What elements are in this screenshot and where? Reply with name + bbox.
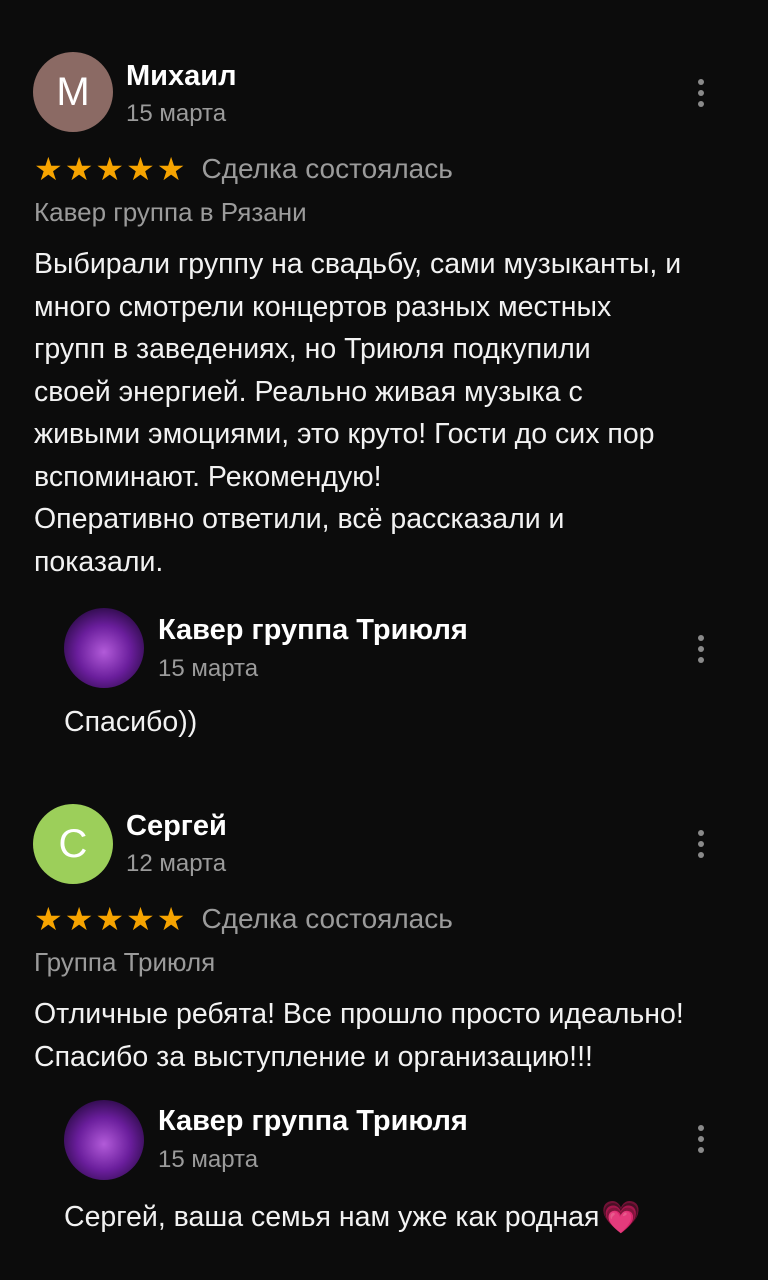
star-icon: ★ (126, 151, 155, 187)
review-author[interactable]: Сергей (126, 810, 227, 843)
more-vertical-icon[interactable] (686, 1119, 716, 1159)
more-vertical-icon[interactable] (686, 824, 716, 864)
star-icon: ★ (34, 151, 63, 187)
deal-status: Сделка состоялась (201, 903, 453, 934)
business-avatar[interactable] (64, 608, 144, 688)
star-icon: ★ (95, 151, 125, 187)
heart-emoji-icon: 💗 (601, 1199, 642, 1235)
reply-text: Сергей, ваша семья нам уже как родная 💗 (64, 1198, 641, 1236)
star-icon: ★ (64, 151, 94, 187)
star-icon: ★ (34, 901, 63, 937)
avatar[interactable]: М (33, 52, 113, 132)
star-icon: ★ (126, 901, 155, 937)
rating-row: ★ ★ ★ ★ ★ Сделка состоялась (34, 149, 453, 189)
reply-author[interactable]: Кавер группа Триюля (158, 614, 468, 647)
star-icon: ★ (156, 151, 186, 187)
reply-date: 15 марта (158, 1146, 259, 1173)
reply-text-content: Спасибо)) (64, 706, 198, 738)
service-link[interactable]: Кавер группа в Рязани (34, 197, 307, 228)
business-avatar[interactable] (64, 1100, 144, 1180)
reply-date: 15 марта (158, 655, 259, 682)
avatar-letter: М (56, 69, 90, 114)
service-link[interactable]: Группа Триюля (34, 947, 215, 978)
reply-text-content: Сергей, ваша семья нам уже как родная (64, 1200, 600, 1233)
star-rating: ★ ★ ★ ★ ★ (34, 903, 185, 935)
deal-status: Сделка состоялась (201, 153, 453, 184)
more-vertical-icon[interactable] (686, 73, 716, 113)
star-rating: ★ ★ ★ ★ ★ (34, 153, 185, 185)
more-vertical-icon[interactable] (686, 629, 716, 669)
review-text: Отличные ребята! Все прошло просто идеал… (34, 998, 684, 1073)
reply-author[interactable]: Кавер группа Триюля (158, 1105, 468, 1138)
star-icon: ★ (156, 901, 186, 937)
avatar-letter: С (58, 821, 88, 866)
avatar[interactable]: С (33, 804, 113, 884)
star-icon: ★ (95, 901, 125, 937)
rating-row: ★ ★ ★ ★ ★ Сделка состоялась (34, 899, 453, 939)
reviews-page: М Михаил 15 марта ★ ★ ★ ★ ★ Сделка состо… (0, 0, 768, 1280)
reply-text: Спасибо)) (64, 706, 197, 739)
review-date: 15 марта (126, 100, 227, 127)
review-text: Выбирали группу на свадьбу, сами музыкан… (34, 248, 682, 578)
review-author[interactable]: Михаил (126, 60, 237, 93)
review-date: 12 марта (126, 850, 227, 877)
star-icon: ★ (64, 901, 94, 937)
